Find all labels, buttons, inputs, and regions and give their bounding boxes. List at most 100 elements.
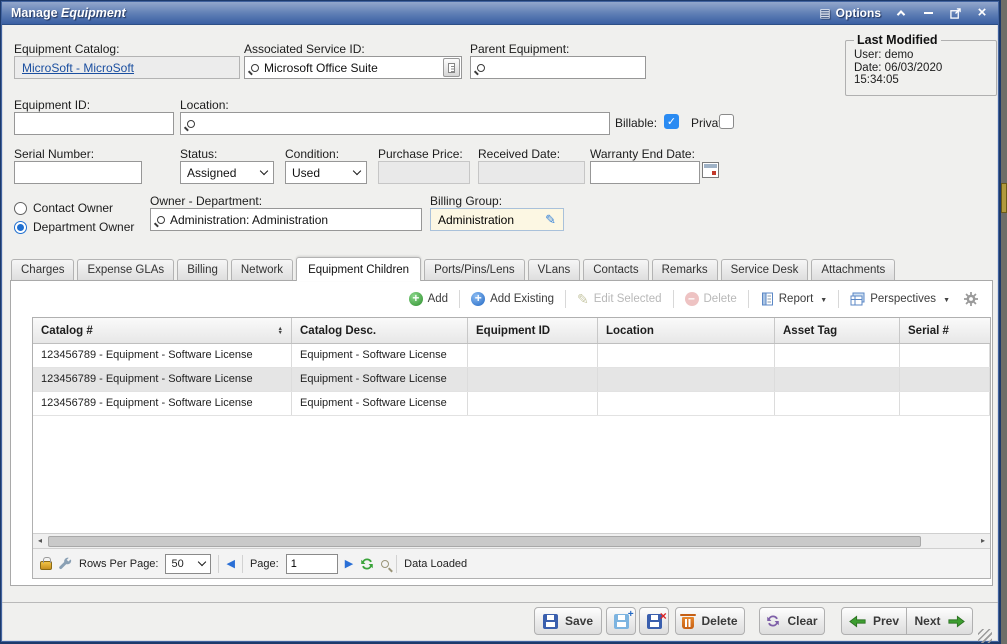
clear-button[interactable]: Clear [759,607,825,635]
toolbar-divider [565,290,566,308]
tab-equipment-children[interactable]: Equipment Children [296,257,421,281]
column-header-asset-tag[interactable]: Asset Tag [775,318,900,343]
equipment-catalog-link[interactable]: MicroSoft - MicroSoft [22,61,134,75]
tab-container: Charges Expense GLAs Billing Network Equ… [10,253,993,586]
chevron-up-icon [897,10,905,18]
perspectives-button[interactable]: Perspectives [844,289,956,309]
table-row[interactable]: 123456789 - Equipment - Software License… [33,392,990,416]
tab-expense-glas[interactable]: Expense GLAs [77,259,174,280]
column-header-location[interactable]: Location [598,318,775,343]
column-header-equipment-id[interactable]: Equipment ID [468,318,598,343]
perspectives-label: Perspectives [870,293,936,305]
chevron-down-icon [353,167,361,175]
tab-service-desk[interactable]: Service Desk [721,259,809,280]
cell-asset-tag [775,344,900,367]
add-existing-label: Add Existing [490,293,554,305]
sort-icon[interactable] [278,327,283,336]
scroll-left-icon[interactable] [33,534,47,548]
billable-label: Billable: [615,116,657,130]
tab-remarks[interactable]: Remarks [652,259,718,280]
resize-grip[interactable] [978,629,992,643]
grid-header: Catalog # Catalog Desc. Equipment ID Loc… [33,318,990,344]
next-page-icon[interactable] [345,557,353,570]
minimize-button[interactable] [921,6,935,20]
trash-icon [682,617,694,629]
scroll-right-icon[interactable] [976,534,990,548]
table-row[interactable]: 123456789 - Equipment - Software License… [33,344,990,368]
equipment-id-input[interactable] [14,112,174,135]
window-body: Equipment Catalog: MicroSoft - MicroSoft… [2,25,998,641]
serial-number-input[interactable] [14,161,142,184]
tab-ports-pins-lens[interactable]: Ports/Pins/Lens [424,259,525,280]
cell-serial [900,344,990,367]
owner-department-value: Administration: Administration [170,213,328,227]
next-label: Next [914,614,940,628]
column-header-catalog[interactable]: Catalog # [33,318,292,343]
warranty-end-date-input[interactable] [590,161,700,184]
window-title-prefix: Manage [11,6,58,20]
location-field[interactable] [180,112,610,135]
search-icon [187,120,195,128]
lock-icon[interactable] [40,561,52,570]
grid-settings-button[interactable] [958,289,984,309]
prev-button[interactable]: Prev [841,607,907,635]
save-and-close-button[interactable] [639,607,669,635]
last-modified-user: User: demo [854,49,988,61]
window-title-emphasis: Equipment [61,6,126,20]
private-checkbox[interactable] [719,114,734,129]
delete-label: Delete [701,614,737,628]
add-existing-button[interactable]: Add Existing [465,289,560,309]
options-icon [819,6,830,20]
titlebar-controls: Options [819,6,989,20]
tab-contacts[interactable]: Contacts [583,259,648,280]
cell-equipment-id [468,392,598,415]
clear-label: Clear [787,614,817,628]
column-header-serial[interactable]: Serial # [900,318,990,343]
parent-equipment-field[interactable] [470,56,646,79]
page-number-input[interactable] [286,554,338,574]
column-header-catalog-desc[interactable]: Catalog Desc. [292,318,468,343]
scrollbar-track[interactable] [47,535,976,548]
tab-attachments[interactable]: Attachments [811,259,895,280]
wrench-icon[interactable] [59,557,72,570]
prev-page-icon[interactable] [226,557,234,570]
tab-vlans[interactable]: VLans [528,259,581,280]
department-owner-radio[interactable]: Department Owner [14,220,134,234]
rows-per-page-select[interactable]: 50 [165,554,211,574]
billing-group-label: Billing Group: [430,194,502,208]
options-button[interactable]: Options [819,6,881,20]
tab-network[interactable]: Network [231,259,293,280]
arrow-right-icon [948,615,965,628]
billable-checkbox[interactable] [664,114,679,129]
delete-button[interactable]: Delete [675,607,745,635]
tab-charges[interactable]: Charges [11,259,74,280]
search-grid-icon[interactable] [381,560,389,568]
grid-pagination-bar: Rows Per Page: 50 Page: [33,548,990,578]
add-button[interactable]: Add [403,289,454,309]
scrollbar-thumb[interactable] [48,536,921,547]
next-button[interactable]: Next [907,607,973,635]
collapse-button[interactable] [894,6,908,20]
condition-dropdown[interactable]: Used [285,161,367,184]
save-button[interactable]: Save [534,607,602,635]
refresh-icon[interactable] [360,557,374,571]
edit-pencil-icon[interactable] [545,212,556,228]
owner-department-field[interactable]: Administration: Administration [150,208,422,231]
parent-equipment-label: Parent Equipment: [470,42,569,56]
column-label: Asset Tag [783,325,837,337]
horizontal-scrollbar[interactable] [33,533,990,548]
status-dropdown[interactable]: Assigned [180,161,274,184]
save-and-new-button[interactable] [606,607,636,635]
close-button[interactable] [975,6,989,20]
calendar-icon[interactable] [702,162,719,178]
table-row[interactable]: 123456789 - Equipment - Software License… [33,368,990,392]
popout-button[interactable] [948,6,962,20]
service-details-button[interactable] [443,58,460,77]
associated-service-id-field[interactable]: Microsoft Office Suite [244,56,462,79]
contact-owner-radio[interactable]: Contact Owner [14,201,113,215]
report-button[interactable]: Report [754,289,833,309]
tab-billing[interactable]: Billing [177,259,228,280]
cell-location [598,368,775,391]
purchase-price-label: Purchase Price: [378,147,463,161]
cell-catalog: 123456789 - Equipment - Software License [33,392,292,415]
